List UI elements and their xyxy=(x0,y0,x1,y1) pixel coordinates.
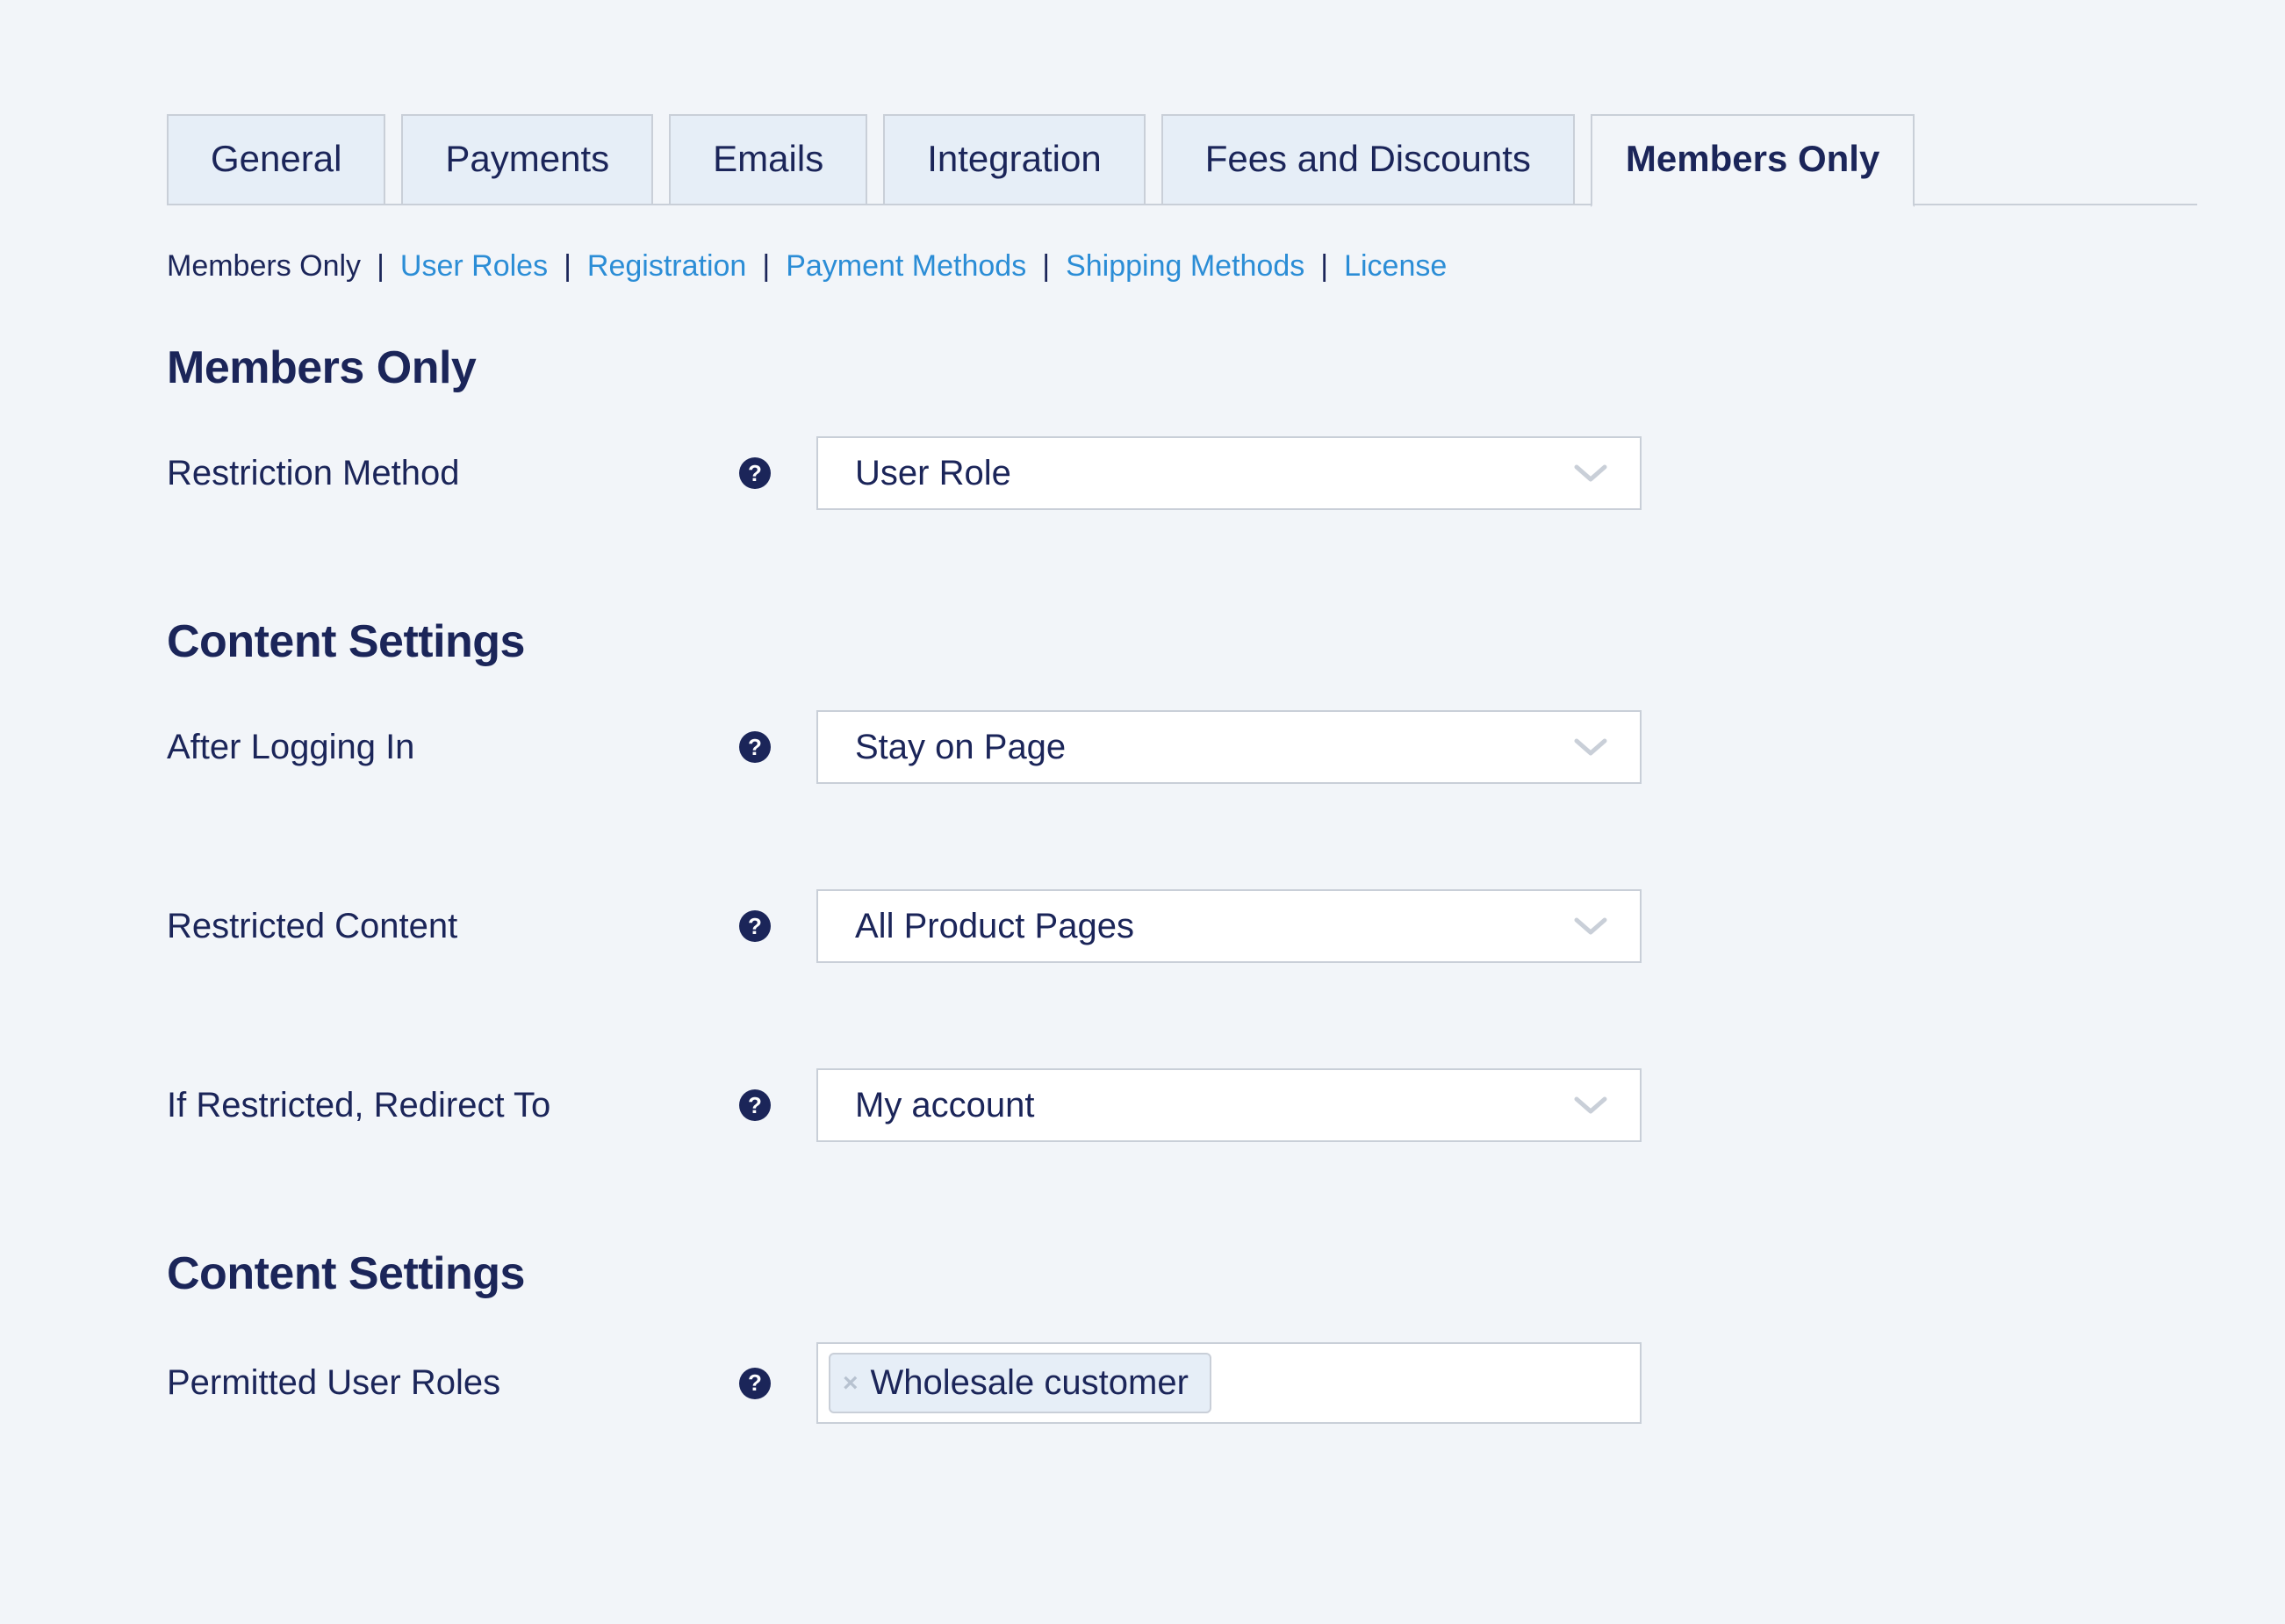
select-restriction-method[interactable]: User Role xyxy=(816,436,1642,510)
tab-general[interactable]: General xyxy=(167,114,385,205)
subnav-registration[interactable]: Registration xyxy=(587,249,746,284)
chevron-down-icon xyxy=(1573,915,1608,938)
subnav-members-only[interactable]: Members Only xyxy=(167,249,361,284)
subnav-user-roles[interactable]: User Roles xyxy=(400,249,548,284)
select-restricted-content[interactable]: All Product Pages xyxy=(816,889,1642,963)
tab-fees-discounts[interactable]: Fees and Discounts xyxy=(1161,114,1575,205)
select-redirect-to-value: My account xyxy=(855,1086,1035,1125)
chevron-down-icon xyxy=(1573,1094,1608,1117)
permitted-role-tag: × Wholesale customer xyxy=(829,1353,1211,1413)
subnav-separator: | xyxy=(1042,249,1050,284)
settings-tabs: General Payments Emails Integration Fees… xyxy=(167,114,2197,205)
select-after-login[interactable]: Stay on Page xyxy=(816,710,1642,784)
chevron-down-icon xyxy=(1573,462,1608,485)
permitted-roles-input[interactable]: × Wholesale customer xyxy=(816,1342,1642,1424)
help-icon[interactable]: ? xyxy=(739,1089,771,1121)
section-title-content-settings-2: Content Settings xyxy=(167,1247,2197,1300)
help-icon[interactable]: ? xyxy=(739,910,771,942)
chevron-down-icon xyxy=(1573,736,1608,758)
remove-tag-icon[interactable]: × xyxy=(843,1370,859,1397)
section-title-members-only: Members Only xyxy=(167,341,2197,394)
subnav-separator: | xyxy=(762,249,770,284)
tab-integration[interactable]: Integration xyxy=(883,114,1145,205)
section-title-content-settings: Content Settings xyxy=(167,615,2197,668)
help-icon[interactable]: ? xyxy=(739,457,771,489)
label-after-login: After Logging In xyxy=(167,728,414,767)
permitted-role-tag-label: Wholesale customer xyxy=(871,1363,1189,1403)
label-restricted-content: Restricted Content xyxy=(167,907,457,946)
select-restriction-method-value: User Role xyxy=(855,454,1011,493)
members-only-subnav: Members Only | User Roles | Registration… xyxy=(167,249,2197,284)
select-redirect-to[interactable]: My account xyxy=(816,1068,1642,1142)
tab-payments[interactable]: Payments xyxy=(401,114,653,205)
subnav-shipping-methods[interactable]: Shipping Methods xyxy=(1066,249,1304,284)
tab-emails[interactable]: Emails xyxy=(669,114,867,205)
help-icon[interactable]: ? xyxy=(739,731,771,763)
label-redirect-to: If Restricted, Redirect To xyxy=(167,1086,550,1125)
help-icon[interactable]: ? xyxy=(739,1368,771,1399)
label-permitted-roles: Permitted User Roles xyxy=(167,1363,500,1403)
subnav-separator: | xyxy=(564,249,571,284)
subnav-payment-methods[interactable]: Payment Methods xyxy=(786,249,1026,284)
label-restriction-method: Restriction Method xyxy=(167,454,459,493)
select-restricted-content-value: All Product Pages xyxy=(855,907,1134,946)
select-after-login-value: Stay on Page xyxy=(855,728,1066,767)
subnav-license[interactable]: License xyxy=(1344,249,1447,284)
tab-members-only[interactable]: Members Only xyxy=(1591,114,1915,207)
subnav-separator: | xyxy=(377,249,384,284)
subnav-separator: | xyxy=(1320,249,1328,284)
